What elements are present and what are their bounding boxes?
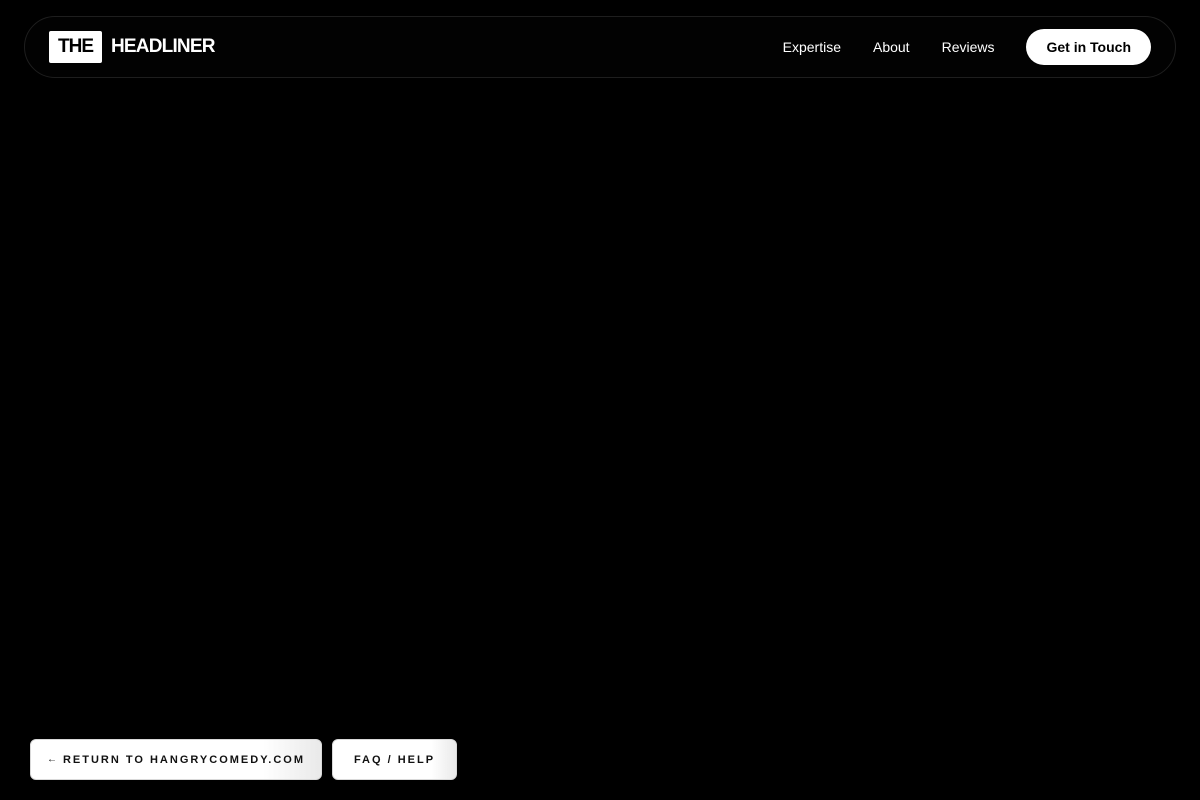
bottom-actions: ← RETURN TO HANGRYCOMEDY.COM FAQ / HELP: [30, 739, 457, 780]
return-button-label: RETURN TO HANGRYCOMEDY.COM: [62, 753, 306, 766]
get-in-touch-button[interactable]: Get in Touch: [1026, 29, 1151, 65]
nav-link-about[interactable]: About: [873, 39, 910, 55]
brand-name: HEADLINER: [111, 36, 215, 57]
page: THE HEADLINER Expertise About Reviews Ge…: [0, 0, 1200, 800]
return-to-site-button[interactable]: ← RETURN TO HANGRYCOMEDY.COM: [30, 739, 322, 780]
nav-link-expertise[interactable]: Expertise: [783, 39, 841, 55]
brand-logo[interactable]: THE HEADLINER: [49, 31, 215, 63]
arrow-left-icon: ←: [46, 754, 57, 765]
nav-menu: Expertise About Reviews Get in Touch: [783, 29, 1151, 65]
nav-link-reviews[interactable]: Reviews: [942, 39, 995, 55]
brand-box-label: THE: [49, 31, 102, 63]
top-navigation: THE HEADLINER Expertise About Reviews Ge…: [24, 16, 1176, 78]
faq-help-button[interactable]: FAQ / HELP: [332, 739, 457, 780]
